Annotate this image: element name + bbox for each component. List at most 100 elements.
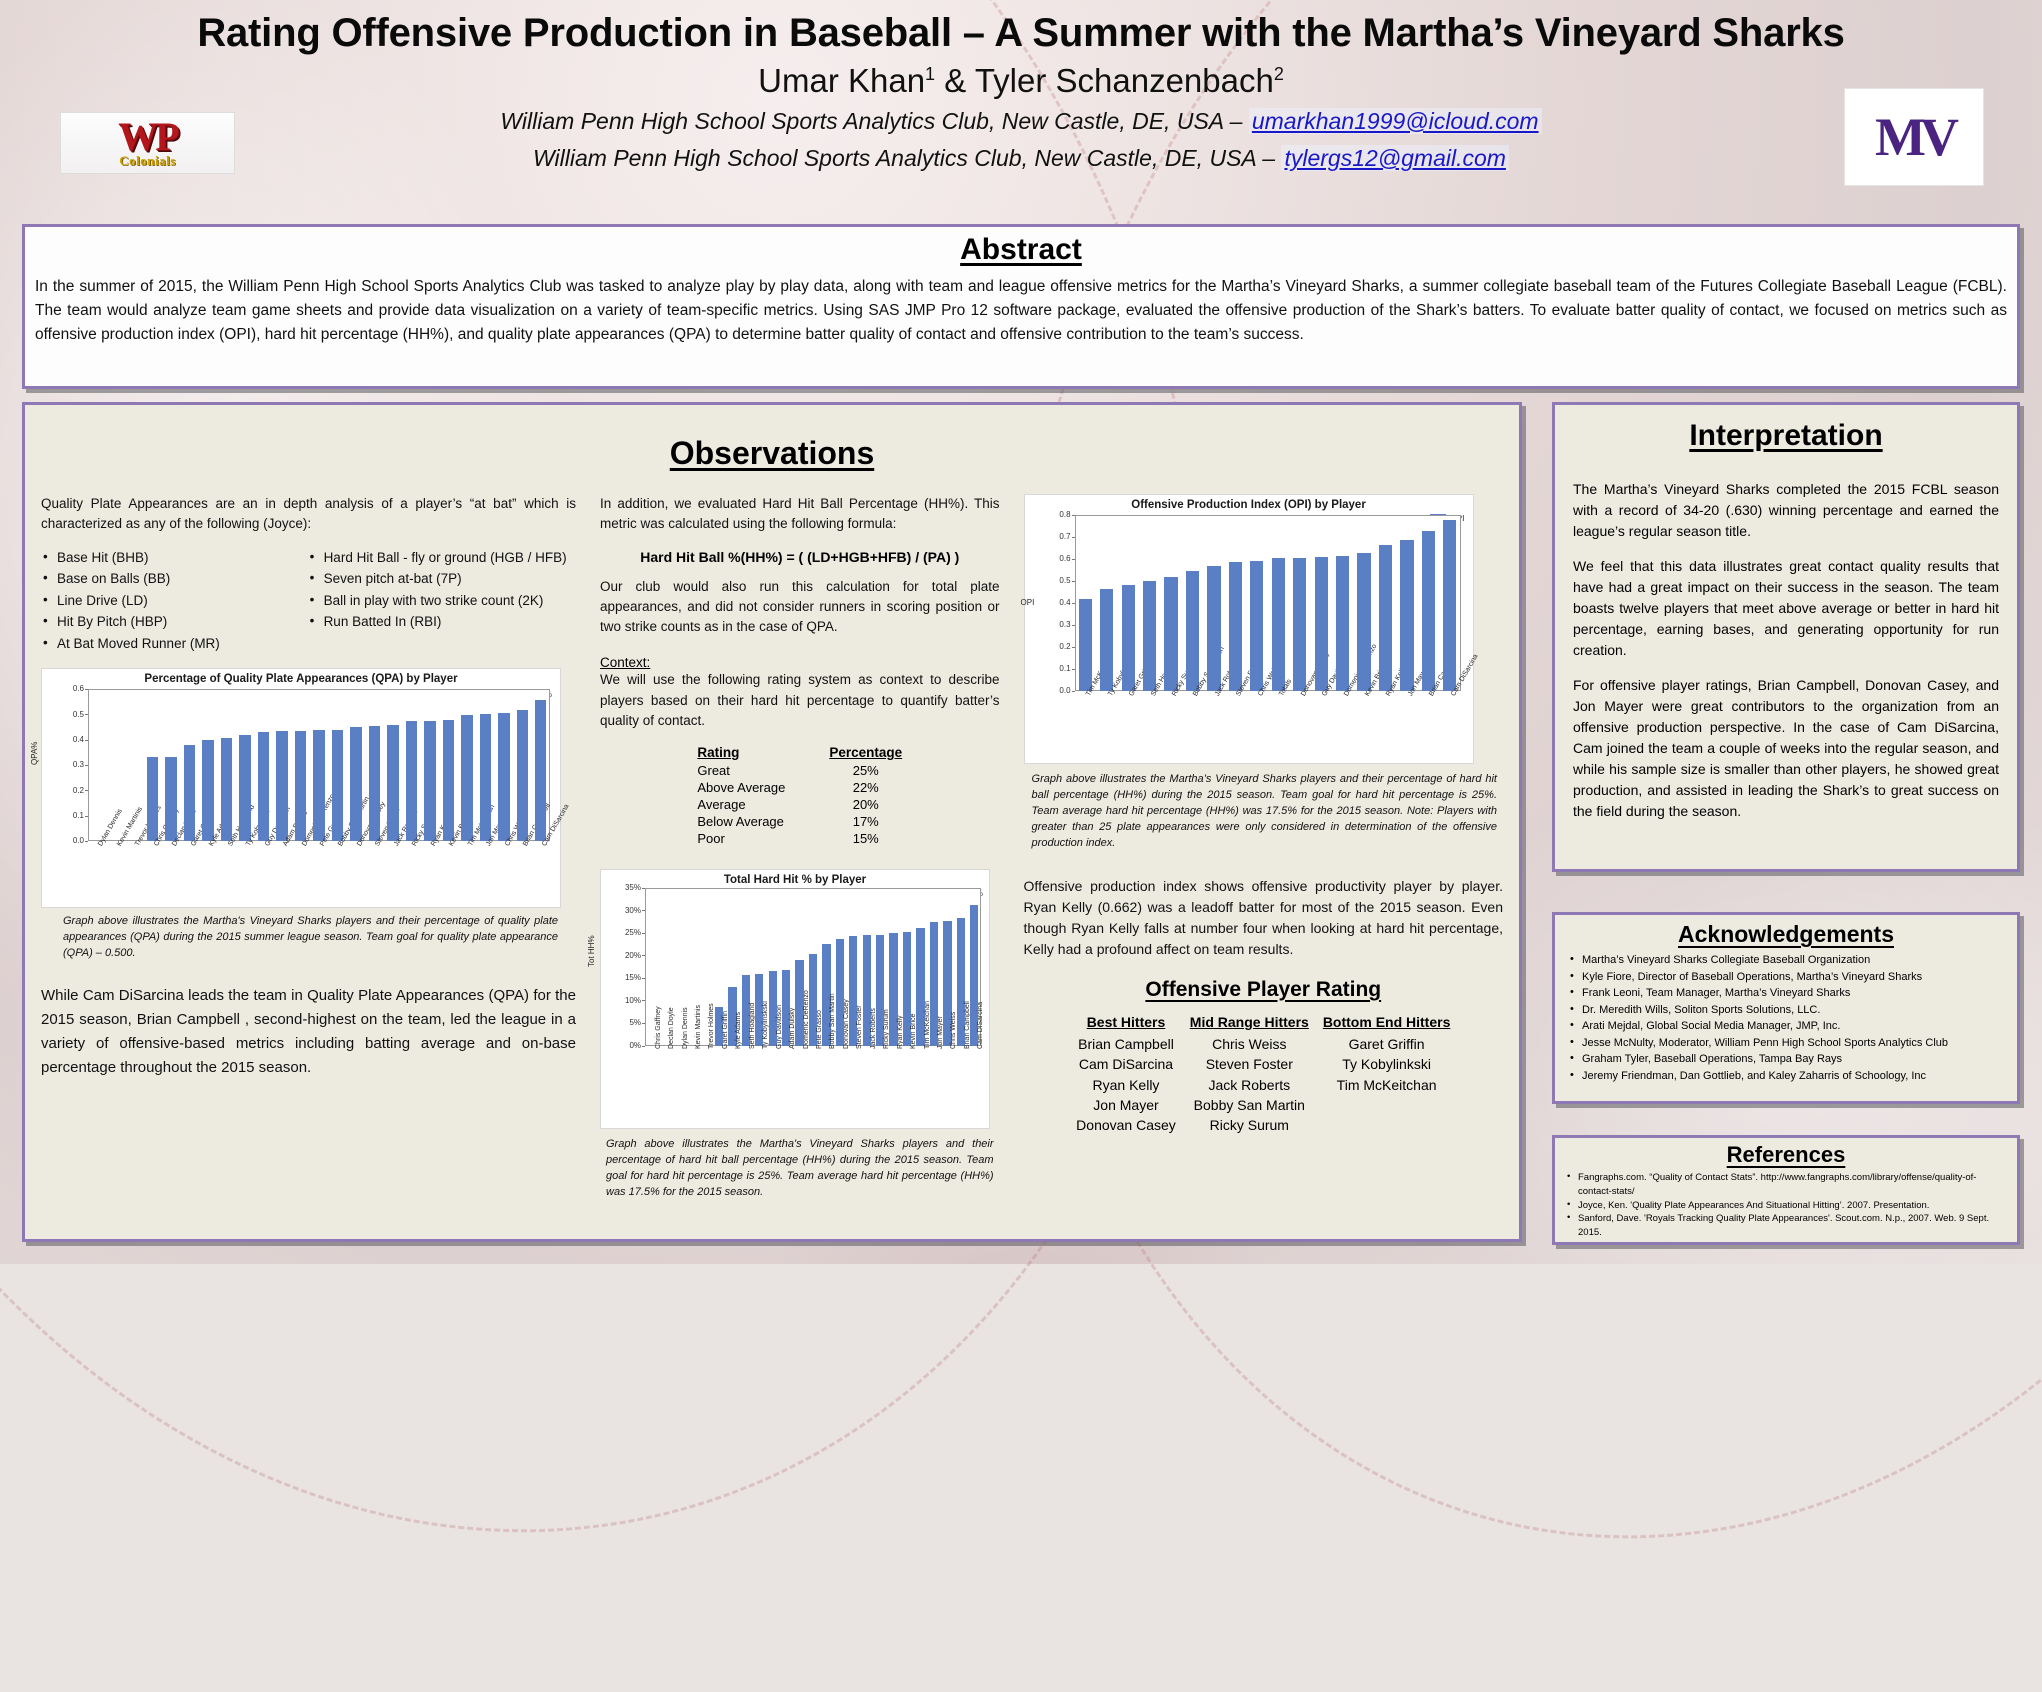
- qpa-bullet-item: Ball in play with two strike count (2K): [308, 589, 576, 612]
- hh-plot-area: 0% 5% 10% 15% 20% 25% 30% 35% Tot HH% Chris Gaffn…: [587, 870, 991, 1130]
- abstract-body: In the summer of 2015, the William Penn …: [35, 278, 2007, 344]
- x-axis-tick-label: Kevin Martinis: [695, 1005, 703, 1049]
- y-axis-tick-label: 10%: [611, 996, 645, 1005]
- marthas-vineyard-sharks-logo: MV: [1844, 88, 1984, 186]
- william-penn-colonials-logo: WP Colonials: [60, 112, 235, 174]
- chart-bar: [387, 724, 399, 842]
- opi-plot-area: 0.00.10.20.30.40.50.60.70.8OPITim McKeit…: [1021, 495, 1480, 765]
- chart-bar: [1421, 530, 1435, 691]
- x-axis-tick-label: Dylan Dennis: [681, 1007, 689, 1049]
- email-link-1[interactable]: umarkhan1999@icloud.com: [1252, 108, 1539, 134]
- player-rating-name: Ryan Kelly: [1092, 1076, 1160, 1093]
- qpa-bullet-item: At Bat Moved Runner (MR): [41, 632, 290, 655]
- y-axis-tick-label: 0.5: [1041, 576, 1075, 585]
- hh-chart-caption: Graph above illustrates the Martha's Vin…: [606, 1138, 994, 1198]
- chart-bar: [1271, 558, 1285, 691]
- chart-bar: [1207, 566, 1221, 691]
- interpretation-title: Interpretation: [1689, 419, 1883, 452]
- acknowledgement-item: Martha’s Vineyard Sharks Collegiate Base…: [1567, 951, 2005, 969]
- rating-table-row: Average 20%: [697, 796, 902, 813]
- chart-bar: [220, 738, 233, 842]
- rating-label-cell: Below Average: [697, 814, 784, 829]
- rating-percentage-cell: 17%: [852, 814, 879, 829]
- acknowledgement-item: Graham Tyler, Baseball Operations, Tampa…: [1567, 1050, 2005, 1068]
- acknowledgement-item: Kyle Fiore, Director of Baseball Operati…: [1567, 968, 2005, 986]
- chart-bar: [424, 720, 436, 842]
- references-list: Fangraphs.com. “Quality of Contact Stats…: [1565, 1170, 2007, 1240]
- reference-item: Joyce, Ken. 'Quality Plate Appearances A…: [1565, 1198, 2007, 1213]
- rating-table-row: Above Average 22%: [697, 779, 902, 796]
- x-axis-tick-label: Chris Gaffney: [654, 1006, 662, 1049]
- player-rating-name: Ricky Surum: [1209, 1117, 1289, 1134]
- context-body: We will use the following rating system …: [600, 672, 1000, 728]
- email-link-box-2[interactable]: tylergs12@gmail.com: [1281, 145, 1509, 172]
- y-axis-tick-label: 0.2: [1041, 642, 1075, 651]
- qpa-bullet-item: Seven pitch at-bat (7P): [308, 567, 576, 590]
- email-link-box-1[interactable]: umarkhan1999@icloud.com: [1248, 108, 1542, 134]
- chart-bar: [183, 745, 196, 842]
- interpretation-panel: Interpretation The Martha’s Vineyard Sha…: [1552, 402, 2020, 872]
- y-axis-tick-label: 0.7: [1041, 532, 1075, 541]
- chart-bar: [1121, 584, 1135, 691]
- rating-label-cell: Poor: [697, 831, 725, 846]
- qpa-bullet-item: Hit By Pitch (HBP): [41, 610, 290, 633]
- rating-label-cell: Average: [697, 797, 746, 812]
- rating-table-row: Poor 15%: [697, 830, 902, 847]
- chart-bar: [1142, 581, 1157, 691]
- y-axis-tick-label: 35%: [611, 883, 645, 892]
- abstract-title: Abstract: [960, 233, 1082, 266]
- observations-column-2: In addition, we evaluated Hard Hit Ball …: [587, 494, 1000, 1201]
- reference-item: Sanford, Dave. 'Royals Tracking Quality …: [1565, 1211, 2007, 1240]
- player-rating-column-header: Mid Range Hitters: [1189, 1013, 1309, 1030]
- observations-column-3: Offensive Production Index (OPI) by Play…: [1021, 494, 1503, 1201]
- rating-table-row: Below Average 17%: [697, 813, 902, 830]
- y-axis-label: Tot HH%: [587, 935, 596, 967]
- y-axis-tick-label: 0.5: [54, 710, 88, 719]
- rating-col-header: Rating: [697, 745, 740, 760]
- chart-bar: [1378, 545, 1393, 691]
- qpa-chart: Percentage of Quality Plate Appearances …: [30, 668, 570, 909]
- y-axis-tick-label: 0.4: [1041, 598, 1075, 607]
- offensive-player-rating-columns: Best Hitters Brian Campbell Cam DiSarcina R…: [1024, 1012, 1503, 1136]
- player-rating-name: Tim McKeitchan: [1336, 1076, 1437, 1093]
- chart-bar: [1250, 560, 1264, 691]
- chart-bar: [1335, 555, 1350, 691]
- rating-table-header-row: Rating Percentage: [697, 745, 902, 762]
- acknowledgements-title: Acknowledgements: [1678, 921, 1894, 947]
- poster: Rating Offensive Production in Baseball …: [0, 0, 2042, 1264]
- authors-line: Umar Khan1 & Tyler Schanzenbach2: [0, 62, 2042, 100]
- chart-bar: [1185, 571, 1200, 691]
- chart-bar: [1228, 561, 1242, 691]
- chart-bar: [350, 727, 362, 842]
- player-rating-name: Steven Foster: [1205, 1056, 1293, 1073]
- interpretation-paragraph: The Martha’s Vineyard Sharks completed t…: [1573, 481, 1999, 539]
- email-link-2[interactable]: tylergs12@gmail.com: [1284, 145, 1505, 171]
- page-title: Rating Offensive Production in Baseball …: [197, 11, 1845, 55]
- affiliation-text-1: William Penn High School Sports Analytic…: [500, 108, 1249, 134]
- player-rating-name: Bobby San Martin: [1193, 1096, 1305, 1113]
- colonials-wordmark: Colonials: [119, 152, 176, 168]
- qpa-chart-caption: Graph above illustrates the Martha's Vin…: [63, 915, 558, 960]
- affiliation-line-1: William Penn High School Sports Analytic…: [0, 106, 2042, 137]
- player-rating-column: Bottom End Hitters Garet Griffin Ty Kobyli…: [1323, 1012, 1451, 1136]
- hh-formula: Hard Hit Ball %(HH%) = ( (LD+HGB+HFB) / …: [640, 548, 960, 565]
- y-axis-tick-label: 0.0: [1041, 686, 1075, 695]
- percentage-col-header: Percentage: [829, 745, 903, 760]
- acknowledgements-panel: Acknowledgements Martha’s Vineyard Shark…: [1552, 912, 2020, 1104]
- observations-columns: Quality Plate Appearances are an in dept…: [30, 494, 1503, 1201]
- qpa-bullet-item: Base Hit (BHB): [41, 546, 290, 569]
- chart-bar: [276, 731, 288, 842]
- y-axis-tick-label: 30%: [611, 906, 645, 915]
- qpa-closing-text: While Cam DiSarcina leads the team in Qu…: [41, 987, 576, 1077]
- chart-bar: [1078, 599, 1092, 691]
- rating-table-row: Great 25%: [697, 762, 902, 779]
- wp-monogram: WP: [118, 113, 179, 159]
- player-rating-name: Jack Roberts: [1208, 1076, 1291, 1093]
- player-rating-column: Mid Range Hitters Chris Weiss Steven Foste…: [1190, 1012, 1309, 1136]
- acknowledgement-item: Frank Leoni, Team Manager, Martha’s Vine…: [1567, 984, 2005, 1002]
- y-axis-tick-label: 0.4: [54, 735, 88, 744]
- player-rating-column-header: Best Hitters: [1086, 1013, 1166, 1030]
- rating-percentage-cell: 25%: [852, 763, 879, 778]
- acknowledgement-item: Jeremy Friendman, Dan Gottlieb, and Kale…: [1567, 1067, 2005, 1085]
- chart-bar: [294, 730, 307, 842]
